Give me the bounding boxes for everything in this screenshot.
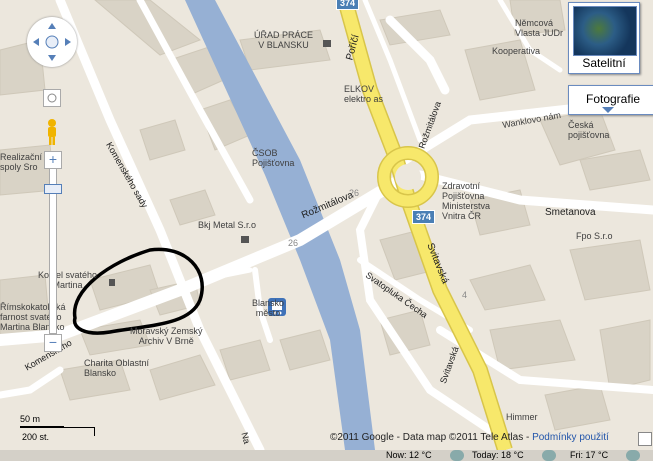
label-zdravotni[interactable]: Zdravotní Pojišťovna Ministerstva Vnitra… (442, 181, 490, 221)
terms-link[interactable]: Podmínky použití (532, 432, 609, 443)
label-blansko-mesto[interactable]: Blansko město (252, 298, 284, 318)
weather-now: Now: 12 °C (386, 450, 432, 460)
scale-imperial: 200 st. (22, 432, 50, 442)
scale-bar: 50 m 200 st. (20, 414, 100, 444)
zoom-in-button[interactable]: + (44, 151, 62, 169)
circle-icon (47, 93, 57, 103)
house-number: 4 (462, 290, 468, 300)
satellite-label: Satelitní (582, 56, 626, 70)
label-realizacni[interactable]: Realizační spoly Sro (0, 152, 42, 172)
church-icon[interactable] (109, 279, 115, 286)
satellite-button[interactable]: Satelitní (568, 2, 640, 74)
road-shield-374: 374 (412, 210, 436, 224)
reset-view-button[interactable] (43, 89, 61, 107)
house-number: 26 (349, 188, 360, 198)
label-zemsky-archiv[interactable]: Moravský Zemský Archiv V Brně (130, 326, 203, 346)
globe-icon (573, 6, 637, 56)
label-fpo[interactable]: Fpo S.r.o (576, 231, 613, 241)
roundabout-center (395, 164, 421, 190)
photos-toggle[interactable]: Fotografie (568, 85, 653, 115)
label-nemcova[interactable]: Němcová Vlasta JUDr (515, 18, 563, 38)
label-bkj-metal[interactable]: Bkj Metal S.r.o (198, 220, 256, 230)
cloud-icon (450, 450, 464, 461)
zoom-out-button[interactable]: − (44, 334, 62, 352)
government-icon[interactable] (323, 40, 331, 47)
cloud-icon (626, 450, 640, 461)
label-charita[interactable]: Charita Oblastní Blansko (84, 358, 149, 378)
label-ceska-pojistovna[interactable]: Česká pojišťovna (568, 120, 609, 140)
cloud-icon (542, 450, 556, 461)
map-copyright: ©2011 Google - Data map ©2011 Tele Atlas… (330, 432, 609, 443)
bank-icon[interactable] (241, 236, 249, 243)
label-elkov[interactable]: ELKOV elektro as (344, 84, 383, 104)
chevron-down-icon (602, 107, 614, 113)
scale-metric: 50 m (20, 414, 41, 424)
label-kooperativa[interactable]: Kooperativa (492, 46, 540, 56)
zoom-slider-handle[interactable] (44, 184, 62, 194)
label-kostel[interactable]: Kostel svatého Martina (38, 270, 97, 290)
weather-today: Today: 18 °C (472, 450, 524, 460)
status-bar: Now: 12 °C Today: 18 °C Fri: 17 °C (0, 450, 653, 461)
resize-corner-icon[interactable] (638, 432, 652, 446)
label-urad-prace[interactable]: ÚŘAD PRÁCE V BLANSKU (254, 30, 313, 50)
photos-label: Fotografie (586, 92, 641, 106)
road-shield-374-top: 374 (336, 0, 360, 10)
map-canvas[interactable] (0, 0, 653, 450)
house-number: 26 (288, 238, 299, 248)
label-himmer[interactable]: Himmer (506, 412, 538, 422)
pan-arrows-icon (33, 23, 71, 61)
street-smetanova: Smetanova (545, 207, 596, 218)
pegman-icon[interactable] (44, 118, 60, 146)
scale-imperial-tick (94, 427, 95, 436)
pan-control[interactable] (27, 17, 77, 67)
weather-fri: Fri: 17 °C (570, 450, 609, 460)
scale-imperial-line (20, 427, 94, 428)
label-csob[interactable]: ČSOB Pojišťovna (252, 148, 294, 168)
